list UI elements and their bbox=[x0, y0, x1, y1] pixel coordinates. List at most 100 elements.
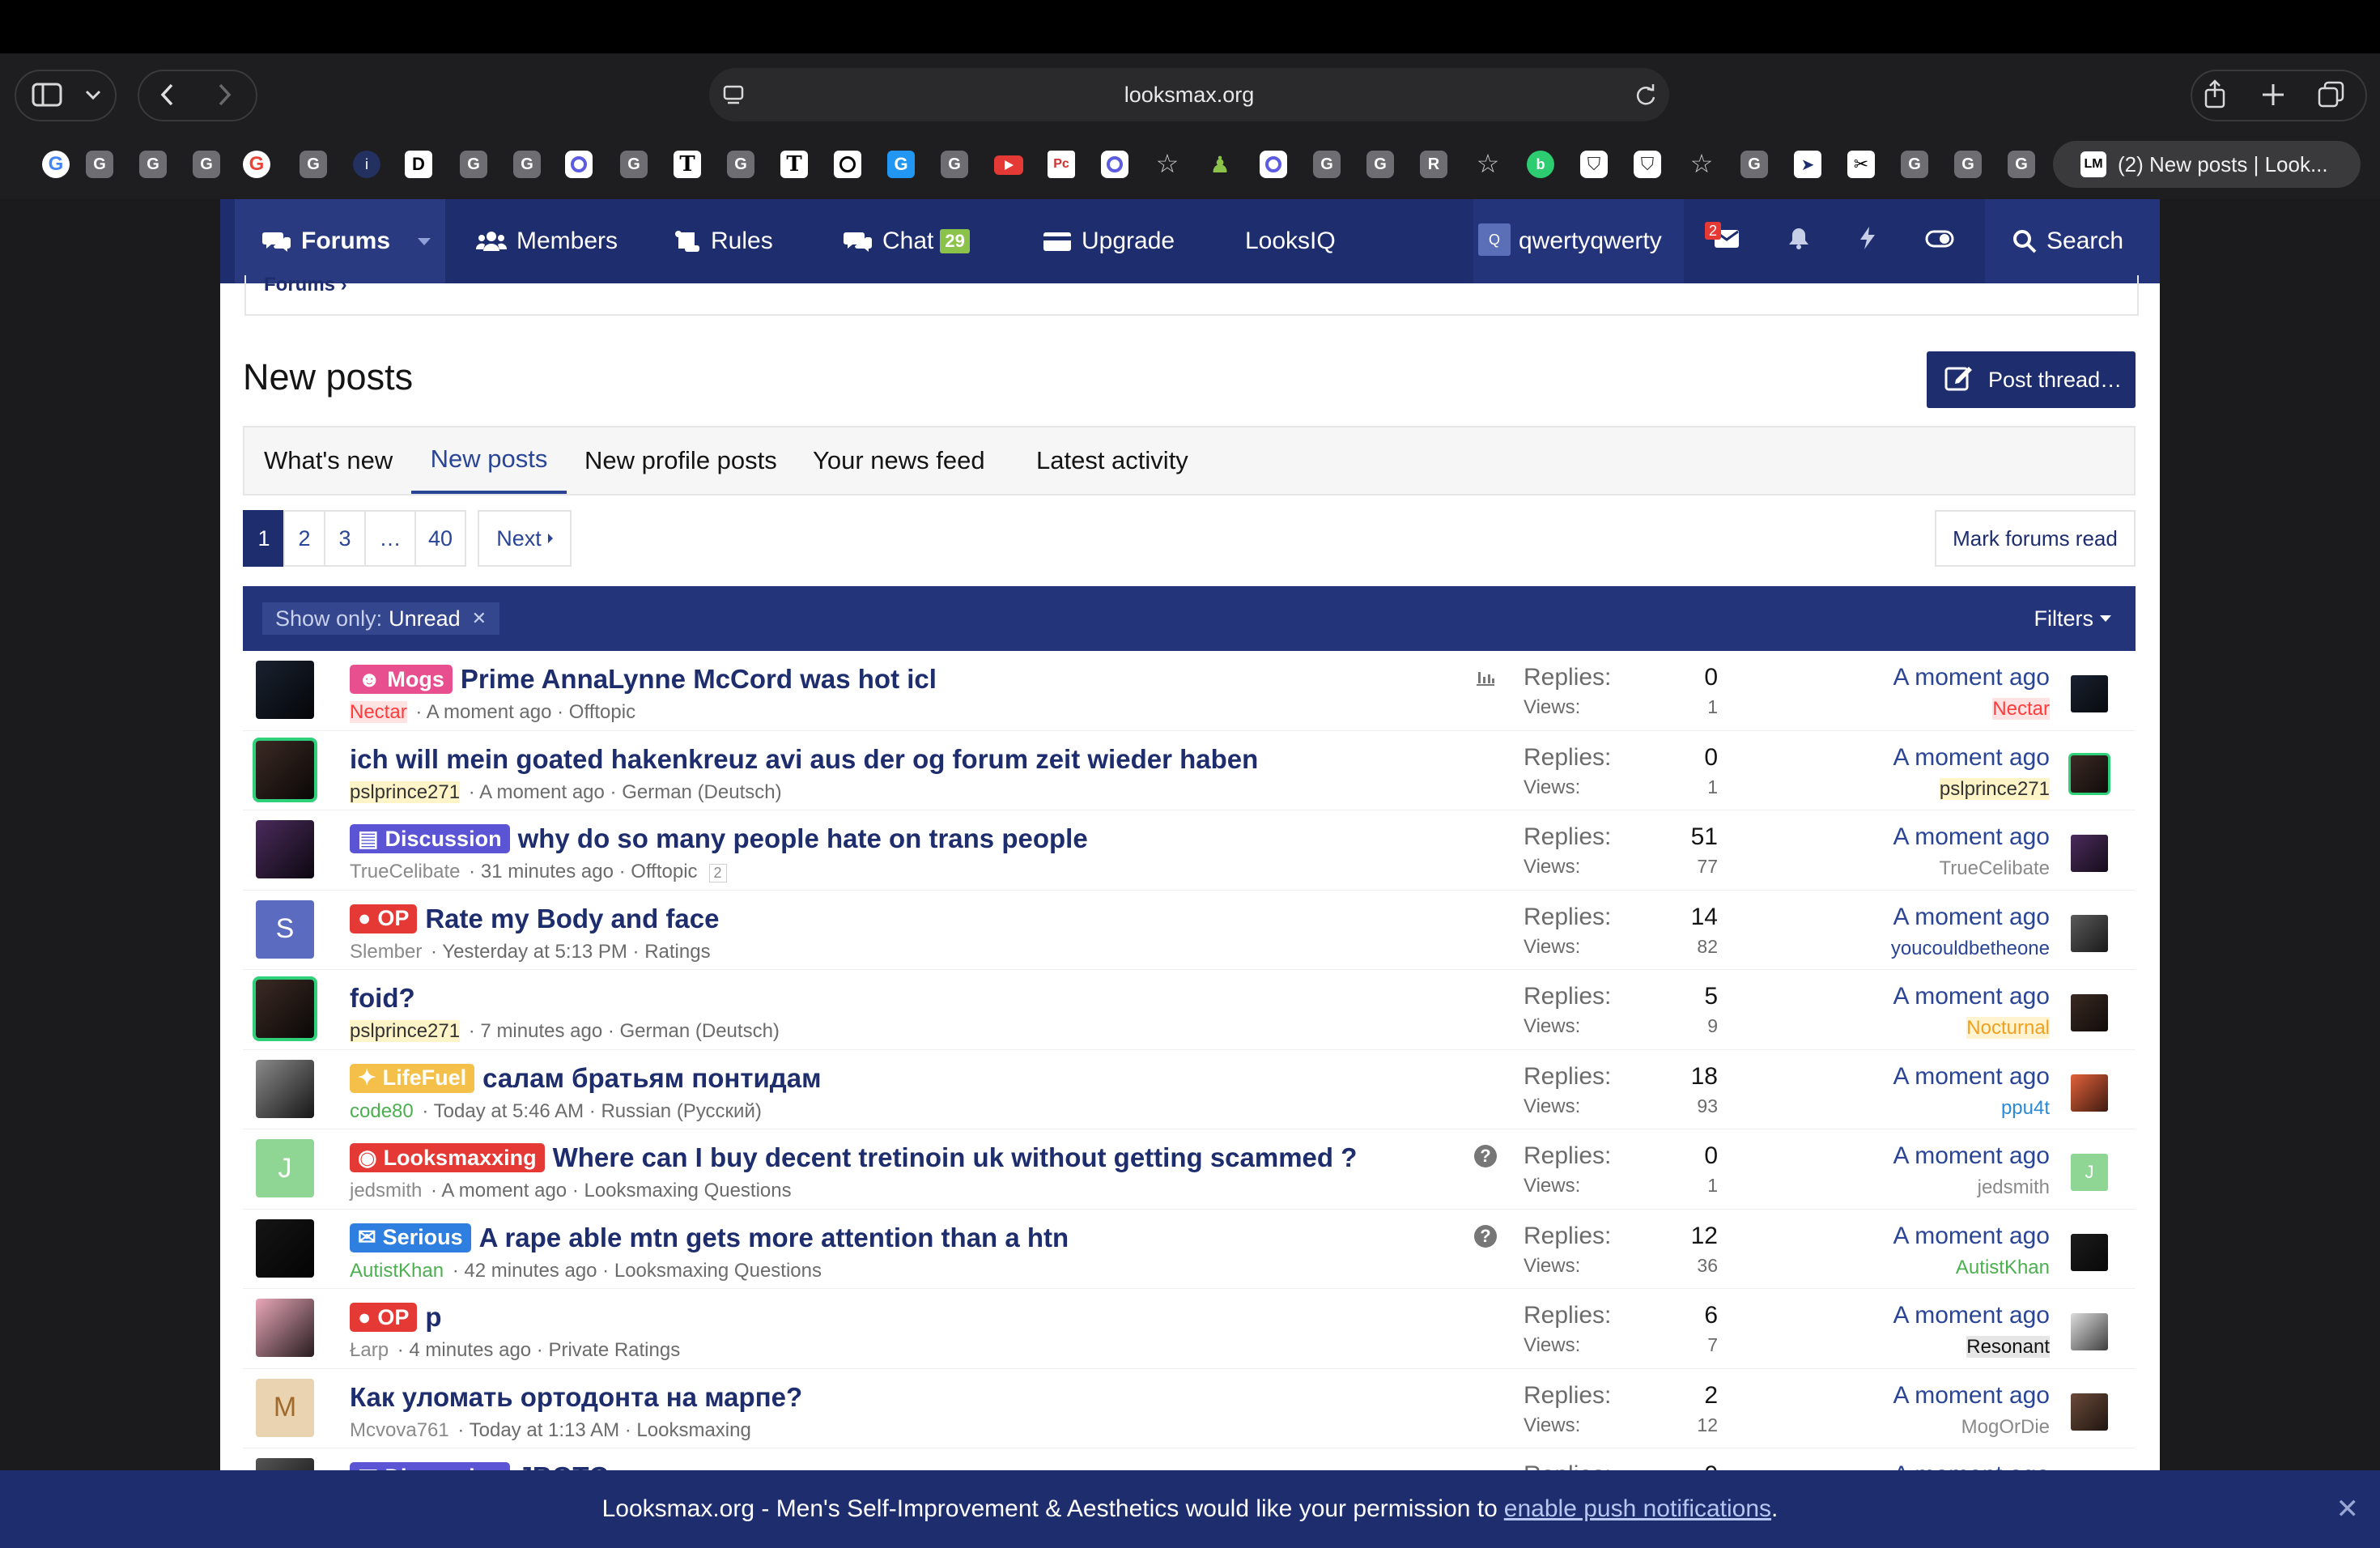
tab-latest-activity[interactable]: Latest activity bbox=[1036, 427, 1188, 494]
send-bookmark-icon[interactable]: ➤ bbox=[1794, 151, 1821, 178]
thread-start-time[interactable]: 31 minutes ago bbox=[481, 861, 614, 882]
tab-overview-icon[interactable] bbox=[2315, 79, 2348, 110]
filters-button[interactable]: Filters bbox=[2034, 586, 2111, 651]
openai-bookmark-icon[interactable] bbox=[834, 151, 861, 178]
nav-looksiq[interactable]: LooksIQ bbox=[1245, 199, 1336, 283]
thread-row[interactable]: S ● OP Rate my Body and face Slember · Ye… bbox=[243, 891, 2136, 970]
unread-filter-chip[interactable]: Show only: Unread ✕ bbox=[262, 602, 500, 635]
search-bookmark-icon[interactable] bbox=[1260, 151, 1287, 178]
bookmark-g-icon[interactable]: G bbox=[1740, 151, 1768, 178]
last-poster-avatar[interactable] bbox=[2071, 1393, 2108, 1431]
last-poster-avatar[interactable] bbox=[2071, 914, 2108, 952]
thread-start-time[interactable]: A moment ago bbox=[427, 701, 552, 723]
thread-title[interactable]: foid? bbox=[350, 983, 415, 1014]
last-poster-avatar[interactable] bbox=[2071, 994, 2108, 1031]
last-poster-avatar[interactable] bbox=[2071, 835, 2108, 872]
last-post-time[interactable]: A moment ago bbox=[1893, 1302, 2050, 1329]
theme-toggle-button[interactable] bbox=[1925, 199, 1954, 283]
thread-author[interactable]: Łarp bbox=[350, 1339, 389, 1361]
search-button[interactable]: Search bbox=[2012, 199, 2123, 283]
last-poster[interactable]: Resonant bbox=[1966, 1336, 2050, 1358]
nav-rules[interactable]: Rules bbox=[674, 199, 773, 283]
mark-forums-read-button[interactable]: Mark forums read bbox=[1935, 510, 2136, 567]
author-avatar[interactable]: M bbox=[256, 1378, 314, 1437]
author-avatar[interactable] bbox=[256, 1299, 314, 1357]
bookmark-g-icon[interactable]: G bbox=[513, 151, 541, 178]
address-bar[interactable]: looksmax.org bbox=[709, 68, 1669, 121]
thread-author[interactable]: pslprince271 bbox=[350, 780, 461, 803]
sidebar-icon[interactable] bbox=[29, 81, 65, 108]
tab-new-profile-posts[interactable]: New profile posts bbox=[584, 427, 777, 494]
bookmark-g-icon[interactable]: G bbox=[139, 151, 167, 178]
last-poster[interactable]: Nectar bbox=[1992, 698, 2050, 720]
forward-icon[interactable] bbox=[212, 81, 236, 108]
last-poster[interactable]: pslprince271 bbox=[1939, 777, 2050, 800]
breadcrumb[interactable]: Forums › bbox=[264, 274, 347, 296]
thread-row[interactable]: ● OP p Łarp · 4 minutes ago · Private Rat… bbox=[243, 1289, 2136, 1369]
notion-bookmark-icon[interactable]: D bbox=[405, 151, 432, 178]
nav-members[interactable]: Members bbox=[476, 199, 618, 283]
nav-upgrade[interactable]: Upgrade bbox=[1043, 199, 1175, 283]
nav-chat[interactable]: Chat 29 bbox=[844, 199, 970, 283]
nav-forums[interactable]: Forums bbox=[235, 199, 445, 283]
thread-prefix-badge[interactable]: ◉ Looksmaxxing bbox=[350, 1143, 545, 1172]
page-3[interactable]: 3 bbox=[324, 510, 366, 567]
author-avatar[interactable] bbox=[256, 820, 314, 878]
last-post-time[interactable]: A moment ago bbox=[1893, 1382, 2050, 1410]
thread-author[interactable]: Mcvova761 bbox=[350, 1419, 449, 1441]
thread-author[interactable]: Nectar bbox=[350, 701, 407, 723]
last-post-time[interactable]: A moment ago bbox=[1893, 823, 2050, 851]
thread-row[interactable]: ✉ Serious A rape able mtn gets more atten… bbox=[243, 1210, 2136, 1289]
bookmark-g-icon[interactable]: G bbox=[1954, 151, 1982, 178]
bookmark-g-icon[interactable]: G bbox=[1313, 151, 1341, 178]
reload-icon[interactable] bbox=[1632, 83, 1660, 108]
new-tab-icon[interactable] bbox=[2257, 79, 2289, 110]
thread-title[interactable]: A rape able mtn gets more attention than… bbox=[479, 1223, 1069, 1253]
search-bookmark-icon[interactable] bbox=[565, 151, 593, 178]
author-avatar[interactable] bbox=[256, 1218, 314, 1278]
bookmark-g-icon[interactable]: G bbox=[193, 151, 220, 178]
shield-bookmark-icon[interactable]: ⛉ bbox=[1634, 151, 1661, 178]
alerts-button[interactable] bbox=[1787, 199, 1810, 283]
last-poster-avatar[interactable] bbox=[2071, 1074, 2108, 1112]
nytimes-bookmark-icon[interactable]: T bbox=[780, 151, 808, 178]
last-post-time[interactable]: A moment ago bbox=[1893, 983, 2050, 1010]
page-1[interactable]: 1 bbox=[243, 510, 285, 567]
next-page-button[interactable]: Next bbox=[478, 510, 572, 567]
thread-row[interactable]: ☻ Mogs Prime AnnaLynne McCord was hot icl… bbox=[243, 651, 2136, 731]
thread-prefix-badge[interactable]: ● OP bbox=[350, 1303, 418, 1332]
thread-forum[interactable]: Looksmaxing Questions bbox=[584, 1180, 791, 1201]
last-post-time[interactable]: A moment ago bbox=[1891, 904, 2050, 931]
bookmark-g-icon[interactable]: G bbox=[1901, 151, 1928, 178]
thread-row[interactable]: foid? pslprince271 · 7 minutes ago · Ger… bbox=[243, 970, 2136, 1050]
last-post-time[interactable]: A moment ago bbox=[1893, 1063, 2050, 1091]
last-poster[interactable]: MogOrDie bbox=[1961, 1416, 2050, 1438]
last-poster-avatar[interactable] bbox=[2071, 675, 2108, 712]
last-poster[interactable]: TrueCelibate bbox=[1939, 857, 2050, 879]
thread-prefix-badge[interactable]: ✦ LifeFuel bbox=[350, 1063, 475, 1093]
author-avatar[interactable]: S bbox=[256, 899, 314, 959]
info-bookmark-icon[interactable]: i bbox=[353, 151, 380, 178]
thread-author[interactable]: Slember bbox=[350, 941, 422, 963]
thread-start-time[interactable]: Today at 1:13 AM bbox=[470, 1419, 619, 1441]
caret-down-icon[interactable] bbox=[418, 237, 431, 245]
thread-author[interactable]: TrueCelibate bbox=[350, 861, 461, 882]
last-post-time[interactable]: A moment ago bbox=[1893, 1223, 2050, 1250]
thread-row[interactable]: ▤ Discussion why do so many people hate o… bbox=[243, 810, 2136, 891]
last-poster[interactable]: AutistKhan bbox=[1956, 1257, 2050, 1278]
page-ellipsis[interactable]: … bbox=[364, 510, 416, 567]
thread-forum[interactable]: German (Deutsch) bbox=[622, 781, 781, 803]
star-icon[interactable]: ☆ bbox=[1473, 149, 1502, 178]
thread-title[interactable]: why do so many people hate on trans peop… bbox=[518, 823, 1088, 854]
last-poster[interactable]: ppu4t bbox=[2001, 1097, 2050, 1119]
thread-row[interactable]: ✦ LifeFuel салам братьям понтидам code80 … bbox=[243, 1050, 2136, 1129]
thread-forum[interactable]: Looksmaxing Questions bbox=[614, 1260, 822, 1282]
thread-row[interactable]: ich will mein goated hakenkreuz avi aus … bbox=[243, 731, 2136, 810]
last-poster[interactable]: youcouldbetheone bbox=[1891, 938, 2050, 959]
thread-forum[interactable]: Looksmaxing bbox=[636, 1419, 750, 1441]
grammarly-bookmark-icon[interactable]: G bbox=[887, 151, 915, 178]
bookmark-g-icon[interactable]: G bbox=[300, 151, 327, 178]
username-link[interactable]: qwertyqwerty bbox=[1519, 199, 1662, 283]
remove-filter-icon[interactable]: ✕ bbox=[472, 608, 487, 629]
last-poster-avatar[interactable] bbox=[2071, 1233, 2108, 1271]
